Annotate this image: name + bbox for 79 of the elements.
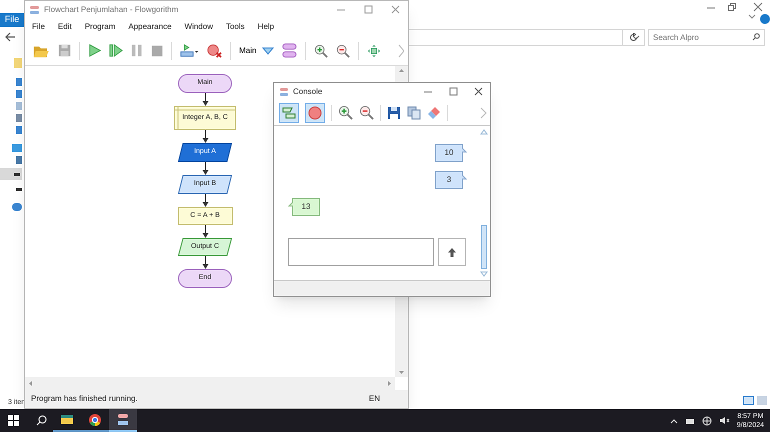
refresh-icon: [629, 33, 638, 42]
step-dropdown-icon[interactable]: [180, 42, 200, 58]
search-icon: [752, 33, 760, 41]
connector-arrow: [202, 256, 208, 269]
maximize-icon[interactable]: [364, 5, 373, 14]
maximize-icon[interactable]: [449, 87, 458, 96]
chevron-down-icon[interactable]: [632, 34, 640, 40]
scroll-up-icon[interactable]: [398, 68, 405, 73]
breakpoint-icon[interactable]: [207, 42, 222, 58]
connector-arrow: [202, 93, 208, 106]
play-icon[interactable]: [88, 43, 101, 58]
network-icon[interactable]: [12, 203, 22, 211]
eraser-icon[interactable]: [427, 106, 441, 120]
chevron-right-icon[interactable]: [397, 44, 404, 58]
connector-arrow: [202, 130, 208, 143]
restore-icon[interactable]: [727, 2, 737, 12]
help-icon[interactable]: [760, 14, 770, 24]
menu-item[interactable]: File: [32, 21, 45, 33]
horizontal-scrollbar[interactable]: [25, 377, 395, 390]
file-tab[interactable]: File: [0, 13, 24, 27]
tiles-view-icon[interactable]: [757, 396, 767, 405]
connector-arrow: [202, 225, 208, 238]
chevron-down-icon[interactable]: [748, 14, 756, 20]
menu-item[interactable]: Help: [258, 21, 274, 33]
pause-icon[interactable]: [130, 43, 143, 58]
app-icon: [29, 4, 40, 14]
taskbar-app[interactable]: [109, 409, 137, 432]
chevron-right-icon[interactable]: [480, 106, 487, 118]
globe-icon[interactable]: [702, 416, 712, 426]
input-field[interactable]: [288, 238, 434, 266]
stop-button[interactable]: [305, 102, 325, 122]
connector-arrow: [202, 194, 208, 207]
browser-icon: [87, 412, 103, 428]
scroll-down-icon[interactable]: [480, 271, 488, 277]
scroll-thumb[interactable]: [481, 225, 487, 269]
connector-arrow: [202, 162, 208, 175]
scroll-down-icon[interactable]: [398, 370, 405, 375]
zoom-out-icon[interactable]: [336, 42, 350, 58]
flowchart-icon: [282, 106, 296, 118]
scroll-up-icon[interactable]: [480, 129, 488, 135]
flowchart-toggle-button[interactable]: [279, 102, 299, 122]
layout-icon[interactable]: [282, 42, 298, 59]
menu-item[interactable]: Appearance: [128, 21, 172, 33]
details-view-icon[interactable]: [743, 396, 754, 405]
menu-item[interactable]: Window: [184, 21, 213, 33]
menu-item[interactable]: Tools: [226, 21, 245, 33]
speaker-muted-icon[interactable]: [718, 416, 730, 425]
search-field[interactable]: Search Alpro: [648, 29, 765, 46]
scroll-right-icon[interactable]: [387, 380, 392, 387]
move-icon[interactable]: [367, 42, 382, 58]
zoom-in-icon[interactable]: [314, 42, 328, 58]
close-icon[interactable]: [753, 2, 763, 12]
save-icon[interactable]: [387, 106, 401, 120]
zoom-in-icon[interactable]: [338, 105, 353, 120]
stop-icon[interactable]: [150, 44, 164, 58]
search-icon[interactable]: [36, 415, 47, 426]
menu-item[interactable]: Program: [84, 21, 116, 33]
copy-icon[interactable]: [407, 106, 421, 120]
flowchart-app-icon: [115, 412, 131, 428]
menu-item[interactable]: Edit: [58, 21, 72, 33]
step-icon[interactable]: [108, 43, 123, 58]
start-icon[interactable]: [8, 415, 19, 426]
function-select[interactable]: Main: [239, 44, 256, 56]
window-title: Console: [293, 86, 322, 98]
close-icon[interactable]: [474, 87, 483, 96]
zoom-out-icon[interactable]: [359, 105, 374, 120]
chevron-up-icon[interactable]: [670, 418, 678, 424]
submit-button[interactable]: [438, 238, 466, 266]
stop-icon: [308, 106, 322, 120]
battery-icon[interactable]: [684, 416, 695, 424]
scroll-left-icon[interactable]: [28, 380, 33, 387]
arrow-up-icon: [447, 246, 457, 258]
status-text: Program has finished running.: [31, 393, 138, 405]
caret-icon[interactable]: [262, 46, 274, 54]
app-icon: [279, 86, 289, 96]
language-indicator: EN: [368, 393, 380, 405]
drive-item[interactable]: [0, 168, 22, 180]
back-arrow-icon[interactable]: [5, 32, 16, 42]
window-title: Flowchart Penjumlahan - Flowgorithm: [44, 4, 178, 16]
